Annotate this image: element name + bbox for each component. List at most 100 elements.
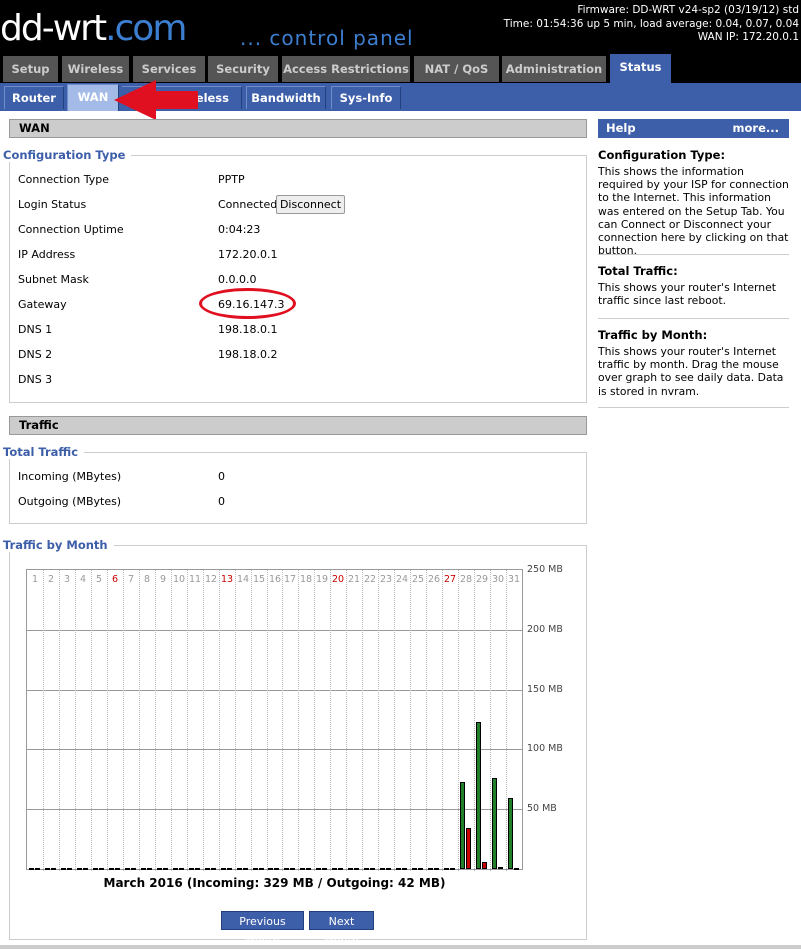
day-label: 26: [427, 574, 441, 585]
outgoing-bar[interactable]: [386, 868, 391, 870]
incoming-bar[interactable]: [508, 798, 513, 869]
outgoing-bar[interactable]: [402, 868, 407, 870]
chart-caption: March 2016 (Incoming: 329 MB / Outgoing:…: [103, 876, 446, 890]
day-label: 31: [507, 574, 521, 585]
outgoing-bar[interactable]: [195, 868, 200, 870]
outgoing-bar[interactable]: [274, 868, 279, 870]
traffic-by-month-legend: Traffic by Month: [3, 538, 114, 552]
subtab-bandwidth[interactable]: Bandwidth: [246, 86, 326, 109]
incoming-bar[interactable]: [77, 868, 82, 870]
outgoing-bar[interactable]: [67, 868, 72, 870]
incoming-bar[interactable]: [109, 868, 114, 870]
incoming-bar[interactable]: [125, 868, 130, 870]
incoming-bar[interactable]: [268, 868, 273, 870]
ip-address-value: 172.20.0.1: [218, 248, 278, 261]
outgoing-bar[interactable]: [163, 868, 168, 870]
incoming-bar[interactable]: [348, 868, 353, 870]
incoming-bar[interactable]: [173, 868, 178, 870]
outgoing-bar[interactable]: [211, 868, 216, 870]
incoming-bar[interactable]: [492, 778, 497, 869]
wan-ip-text: WAN IP: 172.20.0.1: [697, 31, 799, 43]
incoming-bar[interactable]: [284, 868, 289, 870]
outgoing-bar[interactable]: [147, 868, 152, 870]
incoming-bar[interactable]: [396, 868, 401, 870]
incoming-bar[interactable]: [300, 868, 305, 870]
outgoing-bar[interactable]: [370, 868, 375, 870]
subtab-sys-info[interactable]: Sys-Info: [331, 86, 401, 109]
incoming-bar[interactable]: [444, 868, 449, 870]
subtab-router[interactable]: Router: [4, 86, 64, 109]
incoming-bar[interactable]: [221, 868, 226, 870]
outgoing-bar[interactable]: [131, 868, 136, 870]
outgoing-bar[interactable]: [466, 828, 471, 869]
incoming-bar[interactable]: [157, 868, 162, 870]
tab-status[interactable]: Status: [610, 54, 671, 83]
incoming-bar[interactable]: [412, 868, 417, 870]
traffic-section-heading: Traffic: [9, 416, 587, 435]
outgoing-bar[interactable]: [482, 862, 487, 869]
tab-security[interactable]: Security: [208, 56, 278, 82]
incoming-bar[interactable]: [45, 868, 50, 870]
help-month-title: Traffic by Month:: [598, 328, 708, 342]
incoming-bar[interactable]: [253, 868, 258, 870]
tab-nat-qos[interactable]: NAT / QoS: [414, 56, 499, 82]
connection-uptime-value: 0:04:23: [218, 223, 261, 236]
outgoing-bar[interactable]: [115, 868, 120, 870]
help-divider: [598, 254, 789, 255]
outgoing-bar[interactable]: [498, 867, 503, 869]
previous-month-button[interactable]: Previous Month: [221, 911, 304, 947]
disconnect-button[interactable]: Disconnect: [276, 195, 345, 214]
outgoing-bar[interactable]: [306, 868, 311, 870]
subnet-mask-label: Subnet Mask: [18, 273, 89, 286]
outgoing-bar[interactable]: [83, 868, 88, 870]
incoming-bar[interactable]: [364, 868, 369, 870]
tab-administration[interactable]: Administration: [502, 56, 606, 82]
outgoing-bar[interactable]: [450, 868, 455, 870]
outgoing-bar[interactable]: [338, 868, 343, 870]
day-label: 8: [143, 574, 151, 585]
incoming-bar[interactable]: [29, 868, 34, 870]
outgoing-value: 0: [218, 495, 225, 508]
help-heading: Help more...: [598, 119, 789, 138]
outgoing-bar[interactable]: [243, 868, 248, 870]
outgoing-bar[interactable]: [418, 868, 423, 870]
incoming-bar[interactable]: [61, 868, 66, 870]
incoming-bar[interactable]: [205, 868, 210, 870]
incoming-bar[interactable]: [141, 868, 146, 870]
incoming-bar[interactable]: [460, 782, 465, 869]
outgoing-bar[interactable]: [434, 868, 439, 870]
outgoing-bar[interactable]: [99, 868, 104, 870]
outgoing-bar[interactable]: [354, 868, 359, 870]
chart-gridline: [27, 809, 522, 810]
day-divider: [43, 570, 44, 871]
incoming-bar[interactable]: [380, 868, 385, 870]
connection-type-label: Connection Type: [18, 173, 110, 186]
tab-setup[interactable]: Setup: [3, 56, 58, 82]
day-label: 16: [268, 574, 282, 585]
tab-access-restrictions[interactable]: Access Restrictions: [282, 56, 410, 82]
next-month-button[interactable]: Next Month: [309, 911, 374, 947]
outgoing-bar[interactable]: [51, 868, 56, 870]
dns2-value: 198.18.0.2: [218, 348, 278, 361]
day-divider: [139, 570, 140, 871]
incoming-bar[interactable]: [428, 868, 433, 870]
incoming-bar[interactable]: [476, 722, 481, 869]
outgoing-bar[interactable]: [322, 868, 327, 870]
day-divider: [378, 570, 379, 871]
subnet-mask-value: 0.0.0.0: [218, 273, 257, 286]
incoming-bar[interactable]: [316, 868, 321, 870]
ip-address-label: IP Address: [18, 248, 76, 261]
day-label: 28: [459, 574, 473, 585]
traffic-chart[interactable]: 1 2 3 4 5 6 7 8 9 10 11 12 13 14 15 16 17 18 19 20 21 22 23 24 2…: [26, 569, 523, 871]
help-more-link[interactable]: more...: [733, 119, 779, 138]
incoming-bar[interactable]: [93, 868, 98, 870]
incoming-bar[interactable]: [332, 868, 337, 870]
outgoing-bar[interactable]: [514, 868, 519, 870]
incoming-bar[interactable]: [237, 868, 242, 870]
outgoing-bar[interactable]: [227, 868, 232, 870]
outgoing-bar[interactable]: [35, 868, 40, 870]
incoming-bar[interactable]: [189, 868, 194, 870]
outgoing-bar[interactable]: [259, 868, 264, 870]
outgoing-bar[interactable]: [290, 868, 295, 870]
outgoing-bar[interactable]: [179, 868, 184, 870]
